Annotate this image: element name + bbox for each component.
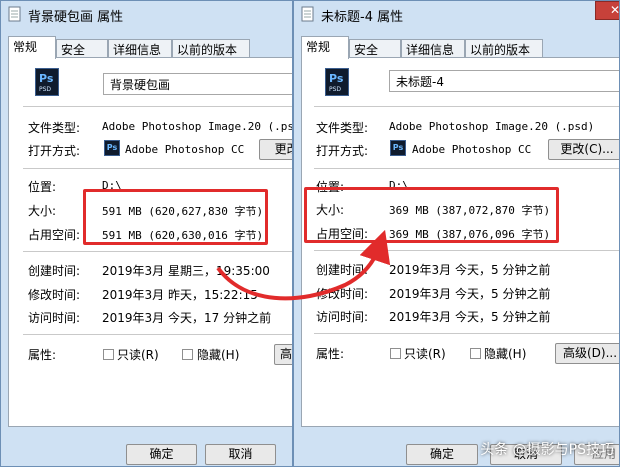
psd-file-icon: Ps PSD <box>325 68 349 96</box>
tab-security[interactable]: 安全 <box>349 39 401 58</box>
divider <box>23 251 292 252</box>
divider <box>314 333 619 334</box>
modified-value: 2019年3月 昨天，15:22:15 <box>102 288 258 302</box>
divider <box>314 106 619 107</box>
change-button[interactable]: 更改( <box>259 139 292 160</box>
disk-size-label: 占用空间: <box>28 228 81 242</box>
file-name-input[interactable]: 未标题-4 <box>389 70 619 92</box>
attributes-label: 属性: <box>316 347 345 361</box>
modified-value: 2019年3月 今天，5 分钟之前 <box>389 287 551 301</box>
tab-security[interactable]: 安全 <box>56 39 108 58</box>
open-with-value: Adobe Photoshop CC <box>125 143 245 156</box>
title-bar[interactable]: 未标题-4 属性 ✕ <box>294 1 619 27</box>
close-icon[interactable]: ✕ <box>595 1 619 20</box>
created-label: 创建时间: <box>316 263 369 277</box>
hidden-label: 隐藏(H) <box>197 348 240 362</box>
open-with-value: Adobe Photoshop CC <box>412 143 532 156</box>
created-value: 2019年3月 星期三，19:35:00 <box>102 264 270 278</box>
title-bar[interactable]: 背景硬包画 属性 <box>1 1 292 27</box>
readonly-label: 只读(R) <box>117 348 159 362</box>
file-name-input[interactable]: 背景硬包画 <box>103 73 292 95</box>
hidden-label: 隐藏(H) <box>484 347 527 361</box>
divider <box>23 168 292 169</box>
attributes-label: 属性: <box>28 348 57 362</box>
divider <box>23 334 292 335</box>
created-label: 创建时间: <box>28 264 81 278</box>
modified-label: 修改时间: <box>28 288 81 302</box>
window-title: 未标题-4 属性 <box>321 10 404 25</box>
file-type-value: Adobe Photoshop Image.20 (.psd) <box>102 120 293 133</box>
file-type-value: Adobe Photoshop Image.20 (.psd) <box>389 120 595 133</box>
divider <box>23 106 292 107</box>
readonly-checkbox[interactable] <box>103 349 114 360</box>
tab-previous-versions[interactable]: 以前的版本 <box>172 39 250 58</box>
accessed-value: 2019年3月 今天，17 分钟之前 <box>102 311 272 325</box>
psd-file-icon: Ps PSD <box>35 68 59 96</box>
open-with-label: 打开方式: <box>28 144 81 158</box>
hidden-checkbox[interactable] <box>182 349 193 360</box>
readonly-label: 只读(R) <box>404 347 446 361</box>
accessed-label: 访问时间: <box>28 311 81 325</box>
cancel-button[interactable]: 取消 <box>205 444 276 465</box>
size-label: 大小: <box>28 204 57 218</box>
accessed-label: 访问时间: <box>316 310 369 324</box>
advanced-button[interactable]: 高 <box>274 344 292 365</box>
right-size-highlight <box>304 187 559 243</box>
ok-button[interactable]: 确定 <box>406 444 478 465</box>
readonly-checkbox[interactable] <box>390 348 401 359</box>
file-type-label: 文件类型: <box>28 121 81 135</box>
photoshop-app-icon: Ps <box>104 140 120 156</box>
left-size-highlight <box>83 189 268 245</box>
watermark: 头条 @摄影与PS技巧 <box>480 442 614 458</box>
file-icon <box>301 6 314 22</box>
open-with-label: 打开方式: <box>316 144 369 158</box>
file-icon <box>8 6 21 22</box>
change-button[interactable]: 更改(C)... <box>548 139 619 160</box>
tab-details[interactable]: 详细信息 <box>108 39 172 58</box>
ok-button[interactable]: 确定 <box>126 444 197 465</box>
photoshop-app-icon: Ps <box>390 140 406 156</box>
advanced-button[interactable]: 高级(D)... <box>555 343 619 364</box>
file-type-label: 文件类型: <box>316 121 369 135</box>
location-label: 位置: <box>28 180 57 194</box>
window-title: 背景硬包画 属性 <box>28 10 124 25</box>
divider <box>314 250 619 251</box>
tab-details[interactable]: 详细信息 <box>401 39 465 58</box>
tab-general[interactable]: 常规 <box>8 36 56 59</box>
tab-general[interactable]: 常规 <box>301 36 349 59</box>
divider <box>314 168 619 169</box>
created-value: 2019年3月 今天，5 分钟之前 <box>389 263 551 277</box>
accessed-value: 2019年3月 今天，5 分钟之前 <box>389 310 551 324</box>
modified-label: 修改时间: <box>316 287 369 301</box>
hidden-checkbox[interactable] <box>470 348 481 359</box>
tab-previous-versions[interactable]: 以前的版本 <box>465 39 543 58</box>
